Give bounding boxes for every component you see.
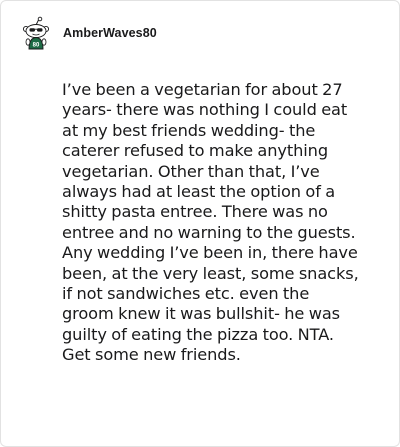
- comment-header: 80 AmberWaves80: [19, 15, 157, 51]
- snoo-avatar-icon[interactable]: 80: [19, 16, 53, 50]
- comment-author[interactable]: AmberWaves80: [63, 26, 157, 40]
- comment-body: I’ve been a vegetarian for about 27 year…: [62, 80, 359, 365]
- avatar-badge: 80: [33, 43, 40, 49]
- comment-card: 80 AmberWaves80 I’ve been a vegetarian f…: [0, 0, 400, 447]
